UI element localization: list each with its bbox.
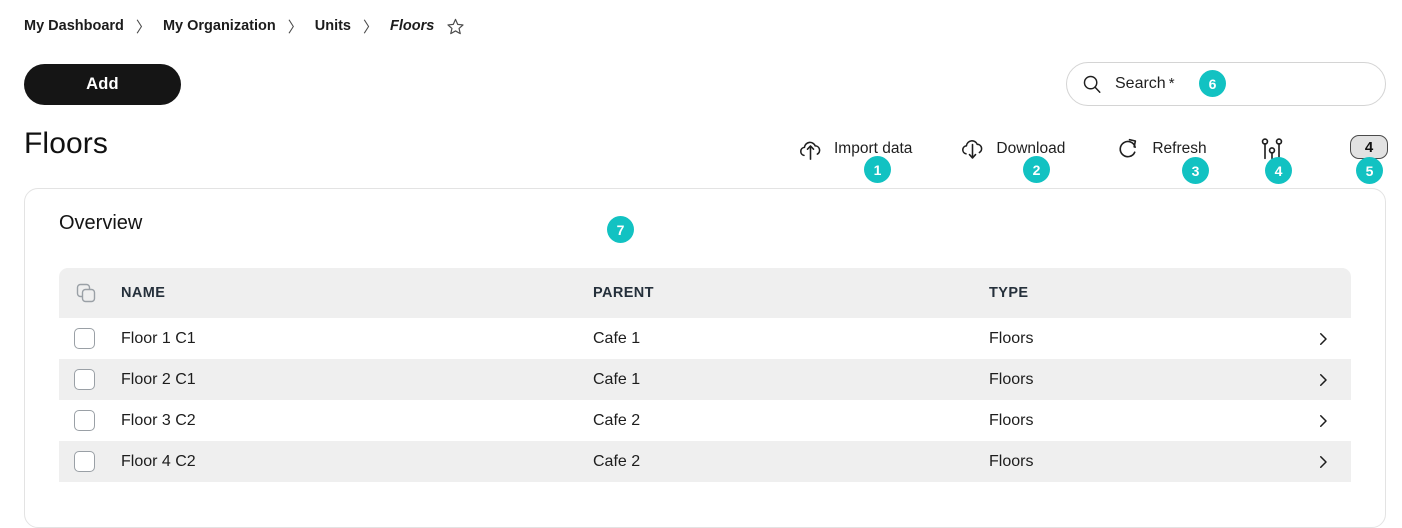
search-label: Search bbox=[1115, 75, 1166, 92]
import-data-button[interactable]: Import data bbox=[795, 131, 912, 167]
row-open-chevron[interactable] bbox=[1295, 412, 1351, 430]
callout-badge-3: 3 bbox=[1182, 157, 1209, 184]
row-checkbox-cell[interactable] bbox=[59, 451, 121, 472]
row-checkbox[interactable] bbox=[74, 328, 95, 349]
cloud-upload-icon bbox=[795, 136, 825, 163]
cell-name: Floor 4 C2 bbox=[121, 452, 196, 470]
page-title: Floors bbox=[24, 127, 108, 160]
cell-parent: Cafe 1 bbox=[593, 370, 641, 388]
add-button[interactable]: Add bbox=[24, 64, 181, 105]
callout-badge-4: 4 bbox=[1265, 157, 1292, 184]
copy-squares-icon[interactable] bbox=[74, 281, 98, 305]
callout-badge-1: 1 bbox=[864, 156, 891, 183]
cell-name: Floor 1 C1 bbox=[121, 329, 196, 347]
column-header-type[interactable]: TYPE bbox=[989, 285, 1295, 301]
breadcrumb: My Dashboard 〉 My Organization 〉 Units 〉… bbox=[24, 14, 465, 38]
row-open-chevron[interactable] bbox=[1295, 453, 1351, 471]
breadcrumb-item-my-dashboard[interactable]: My Dashboard bbox=[24, 18, 124, 34]
row-checkbox-cell[interactable] bbox=[59, 328, 121, 349]
cloud-download-icon bbox=[957, 136, 987, 163]
table-row[interactable]: Floor 3 C2 Cafe 2 Floors bbox=[59, 400, 1351, 441]
search-icon bbox=[1081, 73, 1103, 95]
cell-type: Floors bbox=[989, 452, 1034, 470]
row-checkbox[interactable] bbox=[74, 451, 95, 472]
cell-name: Floor 2 C1 bbox=[121, 370, 196, 388]
cell-parent: Cafe 1 bbox=[593, 329, 641, 347]
callout-badge-7: 7 bbox=[607, 216, 634, 243]
cell-type: Floors bbox=[989, 370, 1034, 388]
cell-type: Floors bbox=[989, 411, 1034, 429]
row-checkbox[interactable] bbox=[74, 369, 95, 390]
cell-parent: Cafe 2 bbox=[593, 452, 641, 470]
favorite-star-icon[interactable] bbox=[446, 17, 465, 36]
search-input[interactable]: Search * bbox=[1066, 62, 1386, 106]
overview-title: Overview bbox=[59, 212, 143, 234]
refresh-label: Refresh bbox=[1152, 140, 1207, 157]
row-checkbox-cell[interactable] bbox=[59, 369, 121, 390]
overview-card: Overview NAME PARENT TYPE Floor 1 C1 Caf… bbox=[24, 188, 1386, 528]
import-data-label: Import data bbox=[834, 140, 913, 157]
cell-name: Floor 3 C2 bbox=[121, 411, 196, 429]
callout-badge-2: 2 bbox=[1023, 156, 1050, 183]
row-open-chevron[interactable] bbox=[1295, 330, 1351, 348]
row-checkbox[interactable] bbox=[74, 410, 95, 431]
breadcrumb-separator: 〉 bbox=[287, 18, 303, 36]
floors-table: NAME PARENT TYPE Floor 1 C1 Cafe 1 Floor… bbox=[59, 268, 1351, 482]
breadcrumb-item-units[interactable]: Units bbox=[315, 18, 351, 34]
breadcrumb-separator: 〉 bbox=[135, 18, 151, 36]
refresh-icon bbox=[1113, 136, 1143, 162]
download-label: Download bbox=[996, 140, 1066, 157]
column-header-name[interactable]: NAME bbox=[121, 285, 593, 301]
table-row[interactable]: Floor 4 C2 Cafe 2 Floors bbox=[59, 441, 1351, 482]
cell-type: Floors bbox=[989, 329, 1034, 347]
row-checkbox-cell[interactable] bbox=[59, 410, 121, 431]
breadcrumb-item-floors[interactable]: Floors bbox=[390, 18, 434, 34]
table-header-row: NAME PARENT TYPE bbox=[59, 268, 1351, 318]
download-button[interactable]: Download bbox=[957, 131, 1065, 167]
breadcrumb-separator: 〉 bbox=[363, 18, 379, 36]
column-header-parent[interactable]: PARENT bbox=[593, 285, 989, 301]
select-all-cell[interactable] bbox=[59, 281, 121, 305]
breadcrumb-item-my-organization[interactable]: My Organization bbox=[163, 18, 276, 34]
callout-badge-5: 5 bbox=[1356, 157, 1383, 184]
row-open-chevron[interactable] bbox=[1295, 371, 1351, 389]
cell-parent: Cafe 2 bbox=[593, 411, 641, 429]
table-row[interactable]: Floor 2 C1 Cafe 1 Floors bbox=[59, 359, 1351, 400]
selected-count-pill[interactable]: 4 bbox=[1350, 135, 1388, 159]
table-row[interactable]: Floor 1 C1 Cafe 1 Floors bbox=[59, 318, 1351, 359]
callout-badge-6: 6 bbox=[1199, 70, 1226, 97]
